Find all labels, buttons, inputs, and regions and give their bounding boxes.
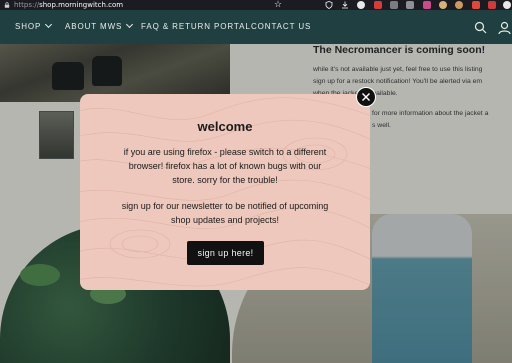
nav-item-label: FAQ & RETURN PORTAL [141, 22, 251, 31]
extension-icon[interactable] [390, 1, 398, 9]
extension-icon[interactable] [488, 1, 496, 9]
modal-text-line: shop updates and projects! [170, 215, 280, 225]
extension-icon[interactable] [472, 1, 480, 9]
welcome-modal: welcome if you are using firefox - pleas… [80, 94, 370, 290]
close-icon [361, 92, 370, 101]
search-icon[interactable] [474, 21, 487, 34]
nav-item-about[interactable]: ABOUT MWS [65, 20, 134, 34]
chevron-down-icon [45, 20, 53, 29]
download-icon[interactable] [341, 1, 349, 9]
nav-item-faq[interactable]: FAQ & RETURN PORTAL [141, 20, 251, 34]
address-bar[interactable]: https://shop.morningwitch.com [14, 0, 123, 10]
modal-close-button[interactable] [356, 87, 376, 107]
site-navigation: SHOP ABOUT MWS FAQ & RETURN PORTAL CONTA… [0, 10, 512, 44]
modal-text-line: sign up for our newsletter to be notifie… [121, 201, 329, 211]
chevron-down-icon [126, 20, 134, 29]
modal-text-line: store. sorry for the trouble! [172, 175, 278, 185]
extension-icon[interactable] [503, 1, 511, 9]
extension-icon[interactable] [357, 1, 365, 9]
url-host: shop.morningwitch.com [39, 1, 124, 9]
url-scheme: https:// [14, 1, 40, 9]
nav-item-label: SHOP [15, 22, 42, 31]
modal-title: welcome [197, 119, 253, 134]
shield-icon[interactable] [325, 1, 333, 9]
browser-toolbar: https://shop.morningwitch.com ☆ [0, 0, 512, 10]
nav-item-shop[interactable]: SHOP [15, 20, 53, 34]
extension-icon[interactable] [406, 1, 414, 9]
extension-icon[interactable] [439, 1, 447, 9]
modal-text-line: browser! firefox has a lot of known bugs… [128, 161, 322, 171]
lock-icon [4, 2, 10, 8]
modal-text-line: if you are using firefox - please switch… [123, 147, 327, 157]
extension-icon[interactable] [423, 1, 431, 9]
bookmark-star-icon[interactable]: ☆ [273, 0, 283, 10]
extension-icon[interactable] [455, 1, 463, 9]
nav-item-contact[interactable]: CONTACT US [251, 20, 311, 34]
account-icon[interactable] [497, 21, 512, 34]
signup-button[interactable]: sign up here! [187, 241, 264, 265]
nav-item-label: CONTACT US [251, 22, 312, 31]
extension-icon[interactable] [374, 1, 382, 9]
nav-item-label: ABOUT MWS [65, 22, 123, 31]
